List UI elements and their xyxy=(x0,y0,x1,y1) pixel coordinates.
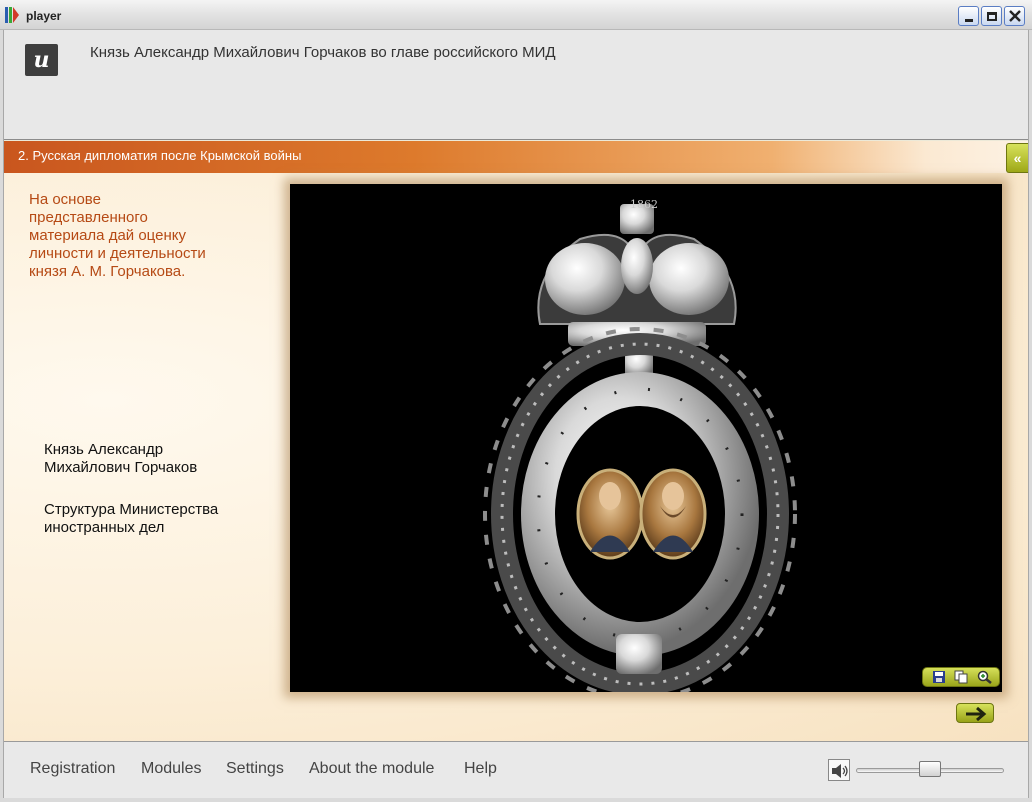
window-title: player xyxy=(26,9,62,23)
link-ministry-structure[interactable]: Структура Министерства иностранных дел xyxy=(44,501,218,537)
speaker-icon[interactable] xyxy=(828,759,850,781)
diamond-badge-image: 1862 xyxy=(483,198,797,692)
minimize-icon xyxy=(959,7,978,25)
portraits xyxy=(576,468,707,560)
close-button[interactable] xyxy=(1004,6,1025,26)
menu-about-module[interactable]: About the module xyxy=(309,760,434,778)
app-icon xyxy=(5,7,21,23)
section-bar: 2. Русская дипломатия после Крымской вой… xyxy=(4,141,1028,173)
content-area: На основе представленного материала дай … xyxy=(4,173,1028,741)
image-toolbar xyxy=(922,667,1000,687)
menu-registration[interactable]: Registration xyxy=(30,760,115,778)
maximize-icon xyxy=(982,7,1001,25)
task-text: На основе представленного материала дай … xyxy=(29,191,206,280)
footer-menu-bar: Registration Modules Settings About the … xyxy=(4,741,1028,798)
menu-settings[interactable]: Settings xyxy=(226,760,284,778)
logo-glyph: и xyxy=(33,47,50,73)
collapse-panel-button[interactable]: « xyxy=(1006,143,1028,173)
section-title: 2. Русская дипломатия после Крымской вой… xyxy=(18,148,302,163)
crown-year: 1862 xyxy=(630,198,658,211)
volume-slider-thumb[interactable] xyxy=(919,761,941,777)
window-border-right xyxy=(1028,30,1032,802)
zoom-icon[interactable] xyxy=(977,670,993,684)
maximize-button[interactable] xyxy=(981,6,1002,26)
minimize-button[interactable] xyxy=(958,6,979,26)
menu-modules[interactable]: Modules xyxy=(141,760,201,778)
module-header: и Князь Александр Михайлович Горчаков во… xyxy=(4,30,1028,140)
save-icon[interactable] xyxy=(931,670,947,684)
arrow-right-icon xyxy=(966,706,987,722)
window-titlebar[interactable]: player xyxy=(0,0,1032,30)
illustration-image: 1862 xyxy=(290,184,1002,692)
menu-help[interactable]: Help xyxy=(464,760,497,778)
link-gorchakov[interactable]: Князь Александр Михайлович Горчаков xyxy=(44,441,197,477)
copy-icon[interactable] xyxy=(953,670,969,684)
double-chevron-left-icon: « xyxy=(1013,150,1022,166)
module-title: Князь Александр Михайлович Горчаков во г… xyxy=(90,44,556,61)
next-button[interactable] xyxy=(956,703,994,723)
app-logo: и xyxy=(25,44,58,76)
close-icon xyxy=(1005,7,1024,25)
window-border-bottom xyxy=(0,798,1032,802)
